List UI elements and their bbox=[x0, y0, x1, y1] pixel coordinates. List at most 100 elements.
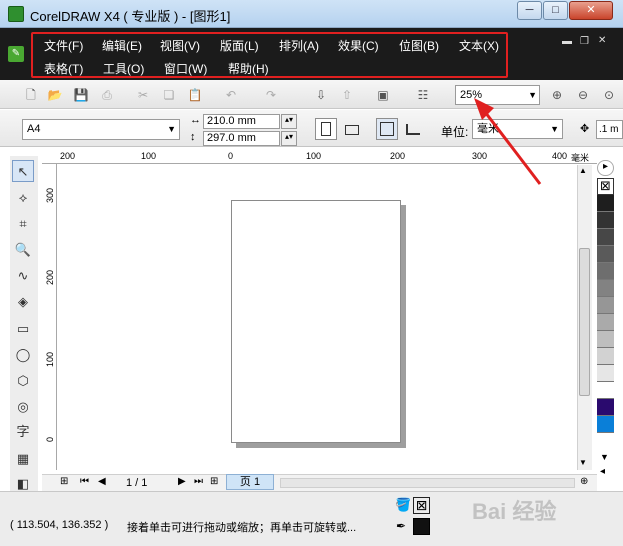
landscape-button[interactable] bbox=[341, 118, 363, 140]
ruler-h-tick: 0 bbox=[228, 151, 234, 161]
zoom-fit-icon[interactable]: ⊙ bbox=[600, 86, 618, 104]
palette-flyout-icon[interactable]: ◂ bbox=[600, 466, 605, 477]
palette-swatch[interactable] bbox=[597, 246, 614, 263]
polygon-tool-icon[interactable]: ⬡ bbox=[12, 370, 34, 392]
first-page-icon[interactable]: ⏮ bbox=[80, 476, 89, 487]
crop-tool-icon[interactable]: ⌗ bbox=[12, 213, 34, 235]
palette-swatch[interactable] bbox=[597, 297, 614, 314]
palette-swatch[interactable] bbox=[597, 229, 614, 246]
ruler-v-tick: 200 bbox=[45, 270, 55, 286]
undo-icon[interactable]: ↶ bbox=[222, 86, 240, 104]
zoom-tool-icon[interactable]: 🔍 bbox=[12, 239, 34, 261]
page-tab[interactable]: 页 1 bbox=[226, 474, 274, 490]
paper-size-select[interactable]: A4 ▼ bbox=[22, 119, 180, 140]
open-icon[interactable]: 📂 bbox=[46, 86, 64, 104]
palette-scroll-down-icon[interactable]: ▼ bbox=[600, 452, 609, 462]
minimize-button[interactable]: ─ bbox=[517, 1, 542, 20]
annotation-arrow bbox=[474, 98, 542, 185]
pick-tool-icon[interactable]: ↖ bbox=[12, 160, 34, 182]
all-pages-button[interactable] bbox=[376, 118, 398, 140]
freehand-tool-icon[interactable]: ∿ bbox=[12, 265, 34, 287]
width-stepper[interactable]: ▴▾ bbox=[281, 114, 297, 129]
add-page-after-icon[interactable]: ⊞ bbox=[210, 476, 218, 487]
chevron-down-icon: ▼ bbox=[550, 124, 559, 134]
palette-scroll-up-icon[interactable]: ▸ bbox=[597, 160, 614, 176]
ruler-v-tick: 100 bbox=[45, 352, 55, 368]
vertical-scroll-thumb[interactable] bbox=[579, 248, 590, 396]
ruler-h-tick: 400 bbox=[552, 151, 568, 161]
shape-tool-icon[interactable]: ⟡ bbox=[12, 187, 34, 209]
paste-icon[interactable]: 📋 bbox=[186, 86, 204, 104]
doc-restore-button[interactable]: ❐ bbox=[580, 36, 589, 47]
scroll-down-icon[interactable]: ▼ bbox=[579, 458, 587, 467]
nudge-offset-field[interactable]: .1 m bbox=[596, 120, 623, 139]
smart-fill-tool-icon[interactable]: ◈ bbox=[12, 291, 34, 313]
palette-swatch[interactable] bbox=[597, 399, 614, 416]
outline-pen-icon: ✒ bbox=[396, 519, 407, 533]
app-icon bbox=[8, 6, 24, 22]
unit-label: 单位: bbox=[441, 125, 469, 139]
portrait-button[interactable] bbox=[315, 118, 337, 140]
import-icon[interactable]: ⇩ bbox=[312, 86, 330, 104]
basic-shapes-tool-icon[interactable]: ◎ bbox=[12, 396, 34, 418]
nudge-icon: ✥ bbox=[580, 123, 590, 135]
palette-swatch[interactable] bbox=[597, 382, 614, 399]
ruler-h-tick: 200 bbox=[60, 151, 76, 161]
document-page[interactable] bbox=[231, 200, 401, 443]
text-tool-icon[interactable]: 字 bbox=[12, 421, 34, 443]
ruler-h-tick: 100 bbox=[306, 151, 322, 161]
palette-swatch[interactable] bbox=[597, 263, 614, 280]
zoom-out-icon[interactable]: ⊖ bbox=[574, 86, 592, 104]
palette-swatch[interactable] bbox=[597, 365, 614, 382]
export-icon[interactable]: ⇧ bbox=[338, 86, 356, 104]
redo-icon[interactable]: ↷ bbox=[262, 86, 280, 104]
document-icon: ✎ bbox=[8, 46, 24, 62]
ruler-h-tick: 100 bbox=[141, 151, 157, 161]
palette-swatch[interactable] bbox=[597, 314, 614, 331]
outline-color-swatch[interactable] bbox=[413, 518, 430, 535]
horizontal-scrollbar[interactable] bbox=[280, 478, 575, 488]
application-launcher-icon[interactable]: ▣ bbox=[374, 86, 392, 104]
scroll-up-icon[interactable]: ▲ bbox=[579, 166, 587, 175]
no-color-swatch[interactable]: ⊠ bbox=[597, 178, 614, 195]
next-page-icon[interactable]: ▶ bbox=[178, 476, 186, 487]
doc-close-button[interactable]: ✕ bbox=[598, 35, 606, 46]
ellipse-tool-icon[interactable]: ◯ bbox=[12, 344, 34, 366]
current-page-button[interactable] bbox=[402, 118, 424, 140]
palette-swatch[interactable] bbox=[597, 348, 614, 365]
fill-color-swatch[interactable]: ⊠ bbox=[413, 497, 430, 514]
prev-page-icon[interactable]: ◀ bbox=[98, 476, 106, 487]
new-document-icon[interactable]: 🗋 bbox=[22, 86, 40, 104]
print-icon[interactable]: ⎙ bbox=[98, 86, 116, 104]
menu-highlight-box bbox=[31, 32, 508, 78]
zoom-in-icon[interactable]: ⊕ bbox=[548, 86, 566, 104]
navigator-icon[interactable]: ⊕ bbox=[580, 476, 588, 487]
close-button[interactable]: ✕ bbox=[569, 1, 613, 20]
palette-swatch[interactable] bbox=[597, 280, 614, 297]
save-icon[interactable]: 💾 bbox=[72, 86, 90, 104]
maximize-button[interactable]: □ bbox=[543, 1, 568, 20]
last-page-icon[interactable]: ⏭ bbox=[194, 476, 203, 487]
paper-width-field[interactable]: 210.0 mm bbox=[203, 114, 280, 129]
palette-swatch[interactable] bbox=[597, 416, 614, 433]
cut-icon[interactable]: ✂ bbox=[134, 86, 152, 104]
palette-swatch[interactable] bbox=[597, 195, 614, 212]
height-stepper[interactable]: ▴▾ bbox=[281, 131, 297, 146]
welcome-screen-icon[interactable]: ☷ bbox=[414, 86, 432, 104]
chevron-down-icon: ▼ bbox=[167, 124, 176, 134]
ruler-v-tick: 0 bbox=[45, 437, 55, 443]
color-palette: ⊠ bbox=[597, 178, 614, 448]
height-icon: ↕ bbox=[190, 131, 196, 143]
palette-swatch[interactable] bbox=[597, 212, 614, 229]
palette-swatch[interactable] bbox=[597, 331, 614, 348]
table-tool-icon[interactable]: ▦ bbox=[12, 448, 34, 470]
paper-height-field[interactable]: 297.0 mm bbox=[203, 131, 280, 146]
ruler-h-tick: 200 bbox=[390, 151, 406, 161]
doc-minimize-button[interactable]: ▬ bbox=[562, 36, 572, 47]
copy-icon[interactable]: ❏ bbox=[160, 86, 178, 104]
rectangle-tool-icon[interactable]: ▭ bbox=[12, 318, 34, 340]
width-icon: ↔ bbox=[190, 114, 201, 126]
window-title: CorelDRAW X4 ( 专业版 ) - [图形1] bbox=[30, 9, 231, 24]
add-page-before-icon[interactable]: ⊞ bbox=[60, 476, 68, 487]
vertical-ruler[interactable] bbox=[42, 164, 57, 470]
